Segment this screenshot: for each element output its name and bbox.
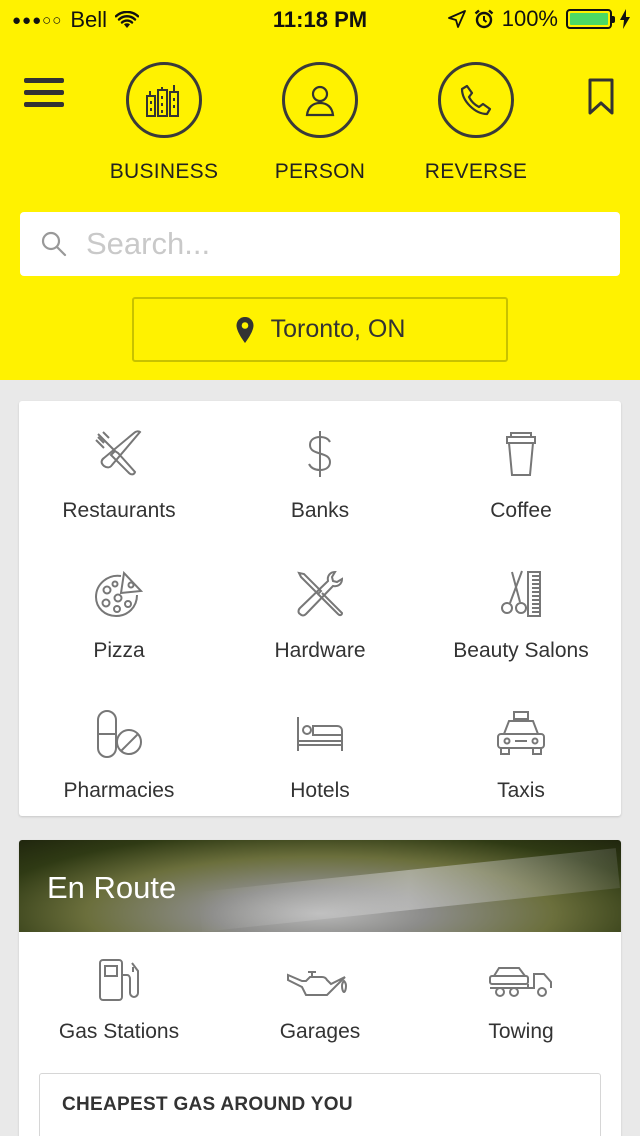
category-coffee[interactable]: Coffee xyxy=(421,423,621,553)
location-button[interactable]: Toronto, ON xyxy=(132,297,508,362)
pizza-icon xyxy=(19,563,219,625)
battery-percent: 100% xyxy=(501,6,558,31)
en-route-items: Gas Stations Garages Towing xyxy=(19,952,621,1062)
category-taxis[interactable]: Taxis xyxy=(421,703,621,833)
en-route-title: En Route xyxy=(47,870,177,905)
gas-pump-icon xyxy=(19,952,219,1008)
battery-icon xyxy=(566,9,615,29)
bookmark-icon[interactable] xyxy=(588,78,614,116)
category-label: Hotels xyxy=(290,779,350,802)
category-restaurants[interactable]: Restaurants xyxy=(19,423,219,553)
category-label: Taxis xyxy=(497,779,545,802)
dollar-icon xyxy=(220,423,420,485)
mode-business-button[interactable]: BUSINESS xyxy=(94,62,234,184)
en-route-card: En Route Gas Stations Garages Towing CHE… xyxy=(19,840,621,1136)
category-hotels[interactable]: Hotels xyxy=(220,703,420,833)
mode-business-label: BUSINESS xyxy=(109,160,219,183)
category-label: Banks xyxy=(290,499,350,522)
category-label: Beauty Salons xyxy=(453,639,589,662)
search-input[interactable] xyxy=(86,226,566,262)
charging-bolt-icon xyxy=(620,9,630,29)
hamburger-menu-icon[interactable] xyxy=(24,78,64,112)
category-label: Coffee xyxy=(490,499,552,522)
road-image xyxy=(198,848,620,932)
mode-reverse-button[interactable]: REVERSE xyxy=(406,62,546,184)
pills-icon xyxy=(19,703,219,765)
cheapest-gas-panel[interactable]: CHEAPEST GAS AROUND YOU xyxy=(39,1073,601,1136)
top-header: ●●●○○ Bell 11:18 PM 100% BUSINESS PERSON… xyxy=(0,0,640,380)
scissors-comb-icon xyxy=(421,563,621,625)
category-pharmacies[interactable]: Pharmacies xyxy=(19,703,219,833)
alarm-icon xyxy=(474,9,494,29)
category-label: Hardware xyxy=(274,639,366,662)
status-right: 100% xyxy=(447,6,630,32)
buildings-icon xyxy=(126,62,202,138)
battery-fill xyxy=(570,13,608,25)
search-icon xyxy=(40,230,68,258)
category-hardware[interactable]: Hardware xyxy=(220,563,420,693)
tools-icon xyxy=(220,563,420,625)
coffee-cup-icon xyxy=(421,423,621,485)
mode-person-button[interactable]: PERSON xyxy=(250,62,390,184)
phone-icon xyxy=(438,62,514,138)
en-route-label: Garages xyxy=(279,1020,361,1043)
en-route-label: Towing xyxy=(488,1020,554,1043)
location-pin-icon xyxy=(235,316,255,344)
taxi-icon xyxy=(421,703,621,765)
en-route-banner[interactable]: En Route xyxy=(19,840,621,932)
en-route-label: Gas Stations xyxy=(58,1020,180,1043)
category-label: Restaurants xyxy=(62,499,176,522)
tow-truck-icon xyxy=(421,952,621,1008)
categories-grid: Restaurants Banks Coffee Pizza Hardware xyxy=(19,401,621,816)
en-route-towing[interactable]: Towing xyxy=(421,952,621,1044)
category-label: Pizza xyxy=(93,639,145,662)
fork-knife-icon xyxy=(19,423,219,485)
category-pizza[interactable]: Pizza xyxy=(19,563,219,693)
en-route-garages[interactable]: Garages xyxy=(220,952,420,1044)
location-label: Toronto, ON xyxy=(270,315,406,343)
bed-icon xyxy=(220,703,420,765)
oil-can-icon xyxy=(220,952,420,1008)
location-arrow-icon xyxy=(447,10,466,28)
categories-card: Restaurants Banks Coffee Pizza Hardware xyxy=(19,401,621,816)
category-banks[interactable]: Banks xyxy=(220,423,420,553)
cheapest-gas-heading: CHEAPEST GAS AROUND YOU xyxy=(62,1094,353,1115)
search-bar[interactable] xyxy=(20,212,620,276)
mode-reverse-label: REVERSE xyxy=(424,160,528,183)
en-route-gas-stations[interactable]: Gas Stations xyxy=(19,952,219,1044)
status-bar: ●●●○○ Bell 11:18 PM 100% xyxy=(0,0,640,40)
category-label: Pharmacies xyxy=(63,779,175,802)
person-icon xyxy=(282,62,358,138)
mode-person-label: PERSON xyxy=(274,160,366,183)
category-beauty-salons[interactable]: Beauty Salons xyxy=(421,563,621,693)
